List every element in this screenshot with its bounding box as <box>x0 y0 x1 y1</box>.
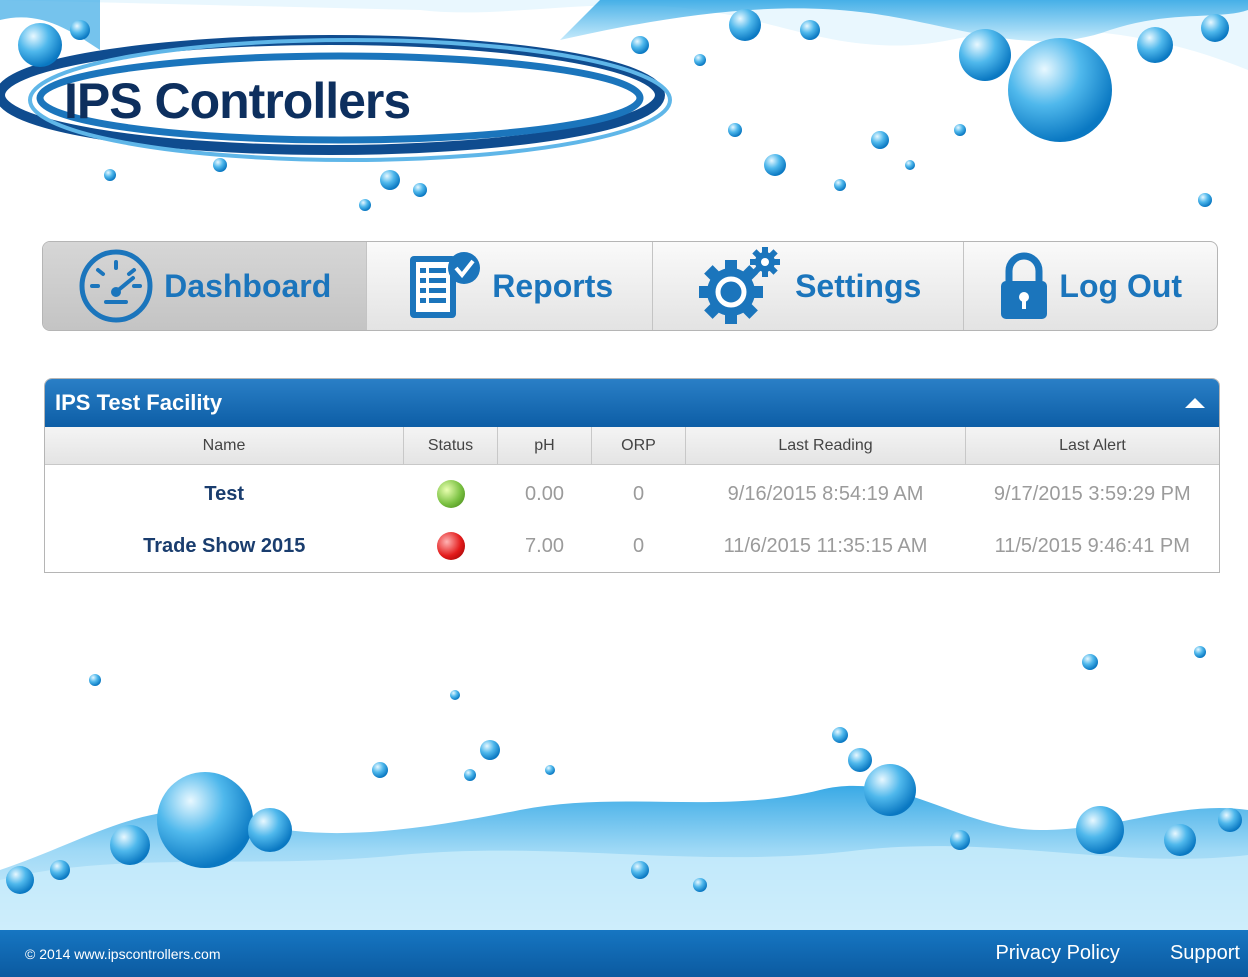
orp-value: 0 <box>632 482 645 505</box>
col-orp[interactable]: ORP <box>591 427 686 465</box>
col-last-reading[interactable]: Last Reading <box>685 427 966 465</box>
col-last-alert[interactable]: Last Alert <box>965 427 1219 465</box>
table-header-row: Name Status pH ORP Last Reading Last Ale… <box>45 427 1219 465</box>
gauge-icon <box>78 248 154 324</box>
footer-water-art <box>0 640 1248 930</box>
brand-logo: IPS Controllers <box>64 73 411 129</box>
facility-title: IPS Test Facility <box>55 390 223 415</box>
copyright-text: © 2014 www.ipscontrollers.com <box>25 945 221 962</box>
nav-dashboard-label: Dashboard <box>164 267 332 304</box>
nav-logout[interactable]: Log Out <box>964 242 1217 330</box>
nav-settings[interactable]: Settings <box>653 242 965 330</box>
col-status[interactable]: Status <box>403 427 498 465</box>
orp-value: 0 <box>632 534 645 557</box>
nav-dashboard[interactable]: Dashboard <box>43 242 368 330</box>
ph-value: 0.00 <box>525 482 564 505</box>
padlock-icon <box>999 251 1049 321</box>
nav-settings-label: Settings <box>795 267 922 304</box>
privacy-policy-link[interactable]: Privacy Policy <box>995 942 1119 965</box>
col-ph[interactable]: pH <box>497 427 592 465</box>
support-link[interactable]: Support <box>1170 942 1240 965</box>
header-banner: IPS Controllers <box>0 0 1248 230</box>
main-nav: Dashboard Reports Settings Log Out <box>42 241 1218 331</box>
report-check-icon <box>406 248 482 324</box>
gears-icon <box>695 246 785 326</box>
facility-panel: IPS Test Facility Name Status pH ORP Las… <box>44 378 1220 573</box>
last-alert: 9/17/2015 3:59:29 PM <box>993 482 1191 505</box>
last-alert: 11/5/2015 9:46:41 PM <box>994 534 1190 557</box>
controller-name[interactable]: Test <box>45 465 404 521</box>
controller-name[interactable]: Trade Show 2015 <box>45 520 404 572</box>
status-indicator-green <box>436 480 465 508</box>
footer-links: Privacy Policy Support <box>995 942 1240 965</box>
last-reading: 11/6/2015 11:35:15 AM <box>723 534 928 557</box>
nav-reports[interactable]: Reports <box>367 242 653 330</box>
controllers-table: Name Status pH ORP Last Reading Last Ale… <box>45 427 1219 572</box>
ph-value: 7.00 <box>525 534 564 557</box>
nav-logout-label: Log Out <box>1059 267 1183 304</box>
col-name[interactable]: Name <box>45 427 404 465</box>
table-row[interactable]: Test 0.00 0 9/16/2015 8:54:19 AM 9/17/20… <box>45 465 1219 521</box>
last-reading: 9/16/2015 8:54:19 AM <box>727 482 924 505</box>
table-row[interactable]: Trade Show 2015 7.00 0 11/6/2015 11:35:1… <box>45 520 1219 572</box>
nav-reports-label: Reports <box>492 267 614 304</box>
facility-panel-header: IPS Test Facility <box>45 379 1219 427</box>
status-indicator-red <box>436 532 465 560</box>
collapse-caret-icon[interactable] <box>1185 398 1205 408</box>
footer-bar: © 2014 www.ipscontrollers.com Privacy Po… <box>0 930 1248 977</box>
